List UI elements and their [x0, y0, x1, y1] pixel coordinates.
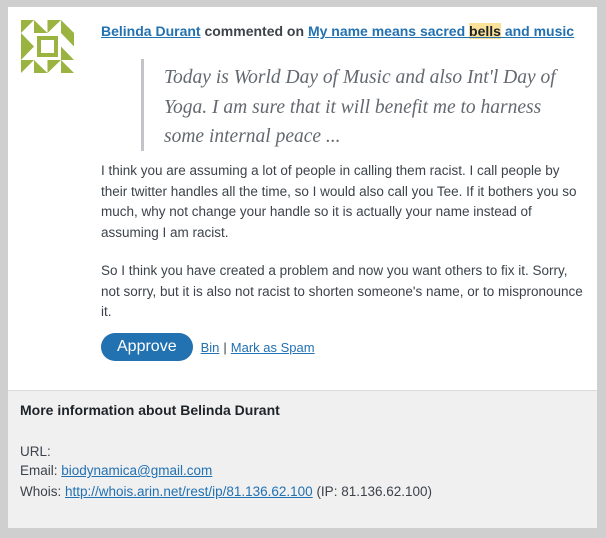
whois-link[interactable]: http://whois.arin.net/rest/ip/81.136.62.…	[65, 484, 313, 499]
comment-header: Belinda Durant commented on My name mean…	[101, 23, 591, 39]
whois-row: Whois: http://whois.arin.net/rest/ip/81.…	[20, 483, 432, 501]
approve-button[interactable]: Approve	[101, 333, 193, 361]
post-title-highlight: bells	[469, 23, 501, 39]
avatar	[21, 20, 74, 73]
comment-card: Belinda Durant commented on My name mean…	[8, 7, 597, 528]
bin-link[interactable]: Bin	[201, 340, 220, 355]
post-title-part: My name means sacred	[307, 23, 470, 39]
action-separator: |	[223, 339, 227, 355]
email-row: Email: biodynamica@gmail.com	[20, 462, 212, 480]
author-info-panel: More information about Belinda Durant UR…	[8, 390, 597, 528]
author-info-title: More information about Belinda Durant	[20, 402, 280, 418]
comment-paragraph-2: So I think you have created a problem an…	[101, 263, 583, 319]
post-title-part-end: and music	[500, 23, 575, 39]
mark-as-spam-link[interactable]: Mark as Spam	[231, 340, 315, 355]
email-link[interactable]: biodynamica@gmail.com	[61, 463, 212, 478]
quoted-excerpt: Today is World Day of Music and also Int…	[141, 59, 581, 151]
post-title-link[interactable]: My name means sacred bells and music	[308, 23, 574, 39]
email-label: Email:	[20, 463, 62, 478]
url-row: URL:	[20, 443, 51, 461]
comment-action-text: commented on	[200, 23, 308, 39]
comment-actions: Approve Bin | Mark as Spam	[101, 333, 315, 361]
ip-text: (IP: 81.136.62.100)	[312, 484, 433, 499]
author-link[interactable]: Belinda Durant	[101, 23, 201, 39]
url-label: URL:	[20, 444, 51, 459]
comment-paragraph-1: I think you are assuming a lot of people…	[101, 163, 577, 240]
whois-label: Whois:	[20, 484, 66, 499]
